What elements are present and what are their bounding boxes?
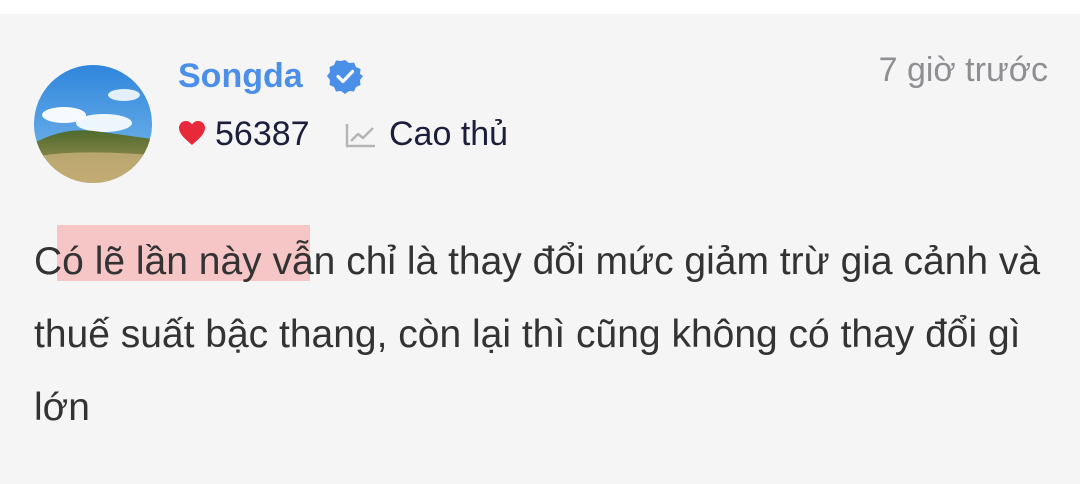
comment-card: Songda 7 giờ trước 56387 Cao thủ Có lẽ l… — [0, 14, 1080, 484]
heart-icon — [179, 121, 205, 145]
post-timestamp: 7 giờ trước — [878, 51, 1048, 89]
user-rank: Cao thủ — [389, 115, 509, 153]
avatar[interactable] — [34, 65, 152, 183]
like-count: 56387 — [215, 115, 310, 153]
verified-check-icon — [327, 60, 363, 94]
trend-chart-icon — [345, 124, 375, 148]
comment-text: Có lẽ lần này vẫn chỉ là thay đổi mức gi… — [34, 240, 1041, 429]
author-name[interactable]: Songda — [178, 56, 303, 96]
landscape-avatar-icon — [34, 65, 152, 183]
